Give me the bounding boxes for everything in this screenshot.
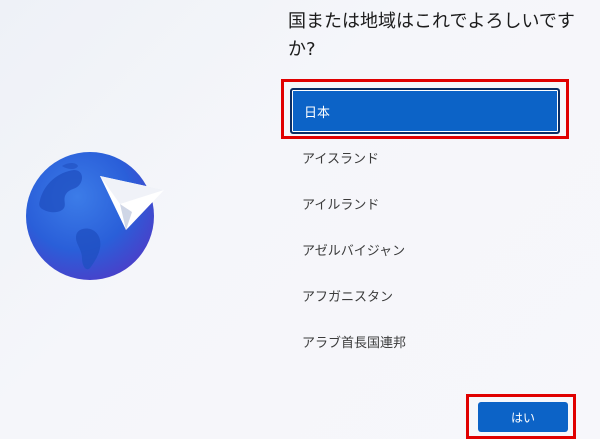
oobe-region-page: 国または地域はこれでよろしいですか? 日本 アイスランド アイルランド アゼルバ… (0, 0, 600, 439)
page-title: 国または地域はこれでよろしいですか? (288, 11, 575, 60)
country-item-afghanistan[interactable]: アフガニスタン (290, 272, 560, 318)
country-item-azerbaijan[interactable]: アゼルバイジャン (290, 226, 560, 272)
globe-with-paper-plane-icon (26, 152, 164, 280)
country-list[interactable]: 日本 アイスランド アイルランド アゼルバイジャン アフガニスタン アラブ首長国… (290, 88, 560, 364)
country-item-iceland[interactable]: アイスランド (290, 134, 560, 180)
yes-button[interactable]: はい (478, 402, 568, 432)
country-item-uae[interactable]: アラブ首長国連邦 (290, 318, 560, 364)
illustration-panel (0, 0, 270, 439)
country-item-ireland[interactable]: アイルランド (290, 180, 560, 226)
country-item-japan[interactable]: 日本 (290, 88, 560, 134)
